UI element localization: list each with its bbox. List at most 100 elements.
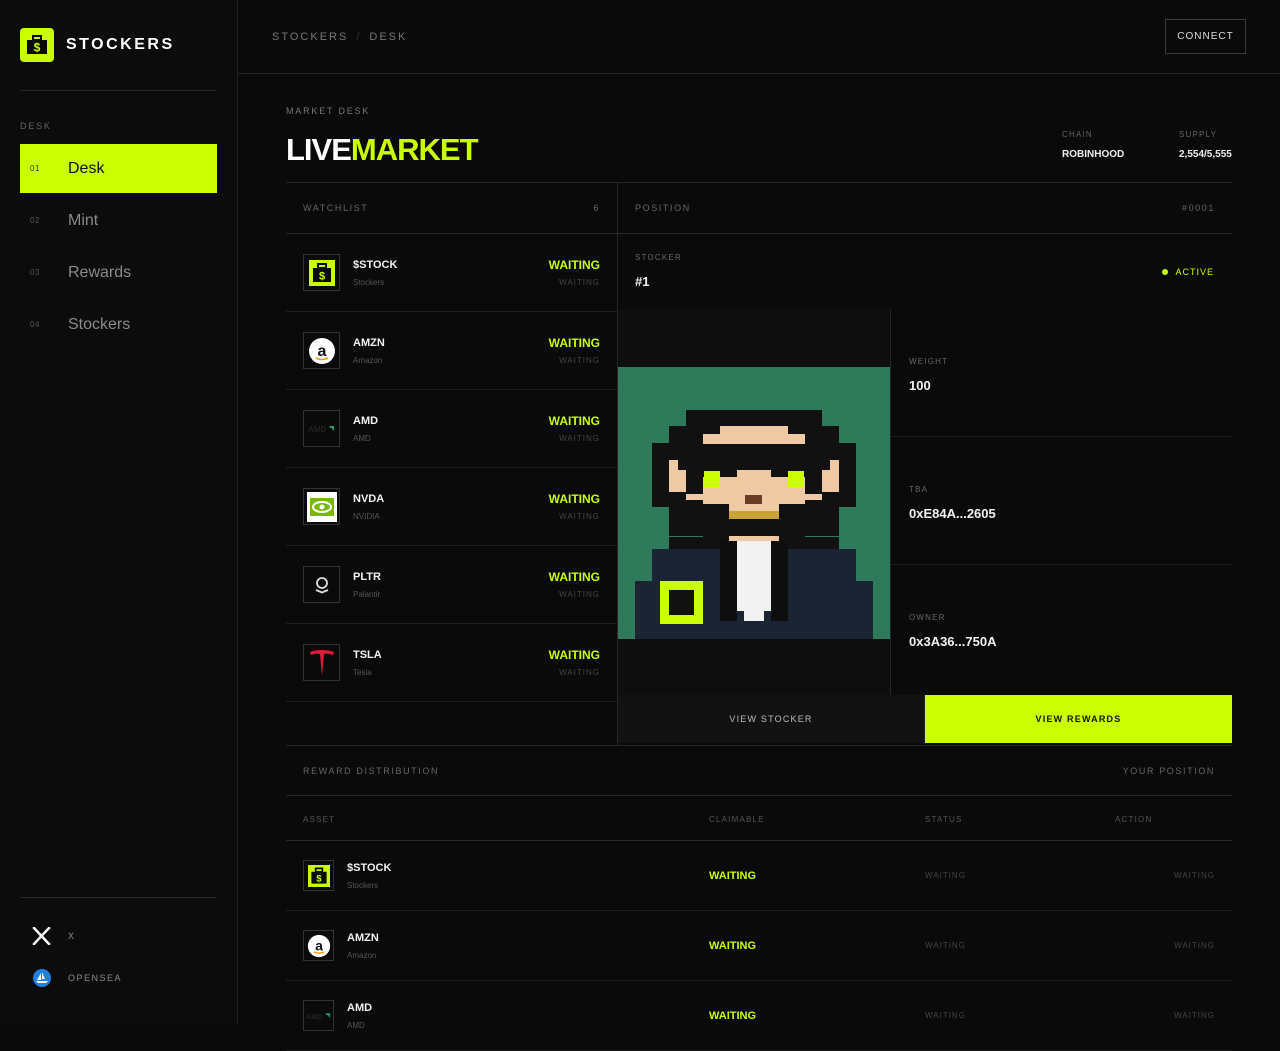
asset-symbol: AMD <box>347 1001 373 1014</box>
rewards-title: REWARD DISTRIBUTION <box>303 765 440 776</box>
title-part-live: LIVE <box>286 132 352 167</box>
asset-symbol: $STOCK <box>347 861 392 874</box>
brand[interactable]: $ STOCKERS <box>20 28 175 62</box>
connect-button[interactable]: CONNECT <box>1165 19 1246 54</box>
ticker-symbol: $STOCK <box>353 258 398 271</box>
asset-name: Amazon <box>347 950 377 960</box>
position-id: #0001 <box>1181 203 1215 213</box>
stock-bag-icon: $ <box>303 254 340 291</box>
col-status: STATUS <box>925 815 963 824</box>
svg-text:a: a <box>317 343 326 360</box>
social-link-opensea[interactable]: OPENSEA <box>32 968 122 988</box>
svg-text:$: $ <box>316 873 322 883</box>
prop-value[interactable]: 0x3A36...750A <box>909 634 1232 649</box>
stocker-header: STOCKER #1 ACTIVE <box>618 234 1232 309</box>
supply-stat: SUPPLY 2,554/5,555 <box>1179 130 1232 160</box>
asset-symbol: AMZN <box>347 931 379 944</box>
amd-icon: AMD <box>303 1000 334 1031</box>
svg-text:$: $ <box>34 41 41 55</box>
asset-name: AMD <box>347 1020 365 1030</box>
reward-distribution: REWARD DISTRIBUTION YOUR POSITION ASSET … <box>286 746 1232 1051</box>
pixel-art-image <box>618 367 890 639</box>
asset-name: Stockers <box>347 880 379 890</box>
ticker-substatus: WAITING <box>559 590 600 599</box>
topbar: STOCKERS / DESK CONNECT <box>238 0 1280 74</box>
table-row[interactable]: AMD AMD AMD WAITING WAITING WAITING <box>286 981 1232 1051</box>
social-link-x[interactable]: X <box>32 927 76 945</box>
action-value[interactable]: WAITING <box>1174 941 1215 950</box>
ticker-name: Stockers <box>353 277 385 287</box>
nav-label: Rewards <box>68 263 132 281</box>
watchlist-row[interactable]: NVDA NVIDIA WAITING WAITING <box>286 468 617 546</box>
nav-label: Mint <box>68 211 99 229</box>
stat-value: 2,554/5,555 <box>1179 149 1232 160</box>
opensea-icon <box>33 969 51 987</box>
sidebar-divider <box>20 90 217 91</box>
prop-owner: OWNER 0x3A36...750A <box>891 565 1232 693</box>
table-row[interactable]: a AMZN Amazon WAITING WAITING WAITING <box>286 911 1232 981</box>
sidebar-nav: 01 Desk 02 Mint 03 Rewards 04 Stockers <box>20 144 217 352</box>
ticker-substatus: WAITING <box>559 668 600 677</box>
svg-text:AMD: AMD <box>306 1011 324 1020</box>
watchlist-row[interactable]: AMD AMD AMD WAITING WAITING <box>286 390 617 468</box>
ticker-substatus: WAITING <box>559 512 600 521</box>
sidebar-item-rewards[interactable]: 03 Rewards <box>20 248 217 297</box>
ticker-status: WAITING <box>548 258 600 272</box>
table-row[interactable]: $ $STOCK Stockers WAITING WAITING WAITING <box>286 841 1232 911</box>
ticker-name: Amazon <box>353 355 383 365</box>
ticker-name: Palantir <box>353 589 381 599</box>
col-action: ACTION <box>1115 815 1153 824</box>
sidebar-section-label: DESK <box>20 121 52 131</box>
status-value: WAITING <box>925 871 966 880</box>
chain-stat: CHAIN ROBINHOOD <box>1062 130 1124 160</box>
sidebar-item-stockers[interactable]: 04 Stockers <box>20 300 217 349</box>
view-rewards-button[interactable]: VIEW REWARDS <box>925 695 1232 743</box>
action-value[interactable]: WAITING <box>1174 1011 1215 1020</box>
title-part-market: MARKET <box>350 132 479 167</box>
ticker-symbol: AMZN <box>353 336 385 349</box>
nav-number: 04 <box>30 320 40 329</box>
prop-label: WEIGHT <box>909 357 949 366</box>
ticker-substatus: WAITING <box>559 434 600 443</box>
social-label: OPENSEA <box>68 973 123 983</box>
breadcrumb-item[interactable]: STOCKERS <box>272 31 348 43</box>
social-label: X <box>68 931 76 941</box>
breadcrumb-item: DESK <box>369 31 408 43</box>
nav-number: 03 <box>30 268 40 277</box>
palantir-icon <box>303 566 340 603</box>
page-eyebrow: MARKET DESK <box>286 106 371 116</box>
status-value: WAITING <box>925 941 966 950</box>
claimable-value: WAITING <box>709 1010 757 1022</box>
sidebar-item-desk[interactable]: 01 Desk <box>20 144 217 193</box>
watchlist-row[interactable]: $ $STOCK Stockers WAITING WAITING <box>286 234 617 312</box>
ticker-substatus: WAITING <box>559 278 600 287</box>
watchlist-row[interactable]: PLTR Palantir WAITING WAITING <box>286 546 617 624</box>
prop-value: 100 <box>909 378 931 393</box>
svg-text:a: a <box>315 938 323 953</box>
watchlist-row[interactable]: a AMZN Amazon WAITING WAITING <box>286 312 617 390</box>
ticker-status: WAITING <box>548 336 600 350</box>
nvidia-icon <box>303 488 340 525</box>
sidebar-item-mint[interactable]: 02 Mint <box>20 196 217 245</box>
view-stocker-button[interactable]: VIEW STOCKER <box>618 695 925 743</box>
stocker-artwork[interactable] <box>618 309 890 695</box>
asset-cell: AMD AMD AMD <box>303 1000 372 1031</box>
stock-bag-icon: $ <box>20 28 54 62</box>
ticker-symbol: NVDA <box>353 492 385 505</box>
ticker-substatus: WAITING <box>559 356 600 365</box>
rewards-table-header: ASSET CLAIMABLE STATUS ACTION <box>286 796 1232 841</box>
prop-value[interactable]: 0xE84A...2605 <box>909 506 1232 521</box>
watchlist-title: WATCHLIST <box>303 203 369 213</box>
watchlist-row[interactable]: TSLA Tesla WAITING WAITING <box>286 624 617 702</box>
ticker-status: WAITING <box>548 492 600 506</box>
rewards-position-label: YOUR POSITION <box>1122 765 1215 776</box>
nav-number: 01 <box>30 164 40 173</box>
stocker-value: #1 <box>635 274 650 289</box>
prop-tba: TBA 0xE84A...2605 <box>891 437 1232 565</box>
stat-label: SUPPLY <box>1179 130 1218 139</box>
action-value[interactable]: WAITING <box>1174 871 1215 880</box>
ticker-status: WAITING <box>548 570 600 584</box>
nav-label: Desk <box>68 159 105 177</box>
status-value: WAITING <box>925 1011 966 1020</box>
amazon-icon: a <box>303 930 334 961</box>
